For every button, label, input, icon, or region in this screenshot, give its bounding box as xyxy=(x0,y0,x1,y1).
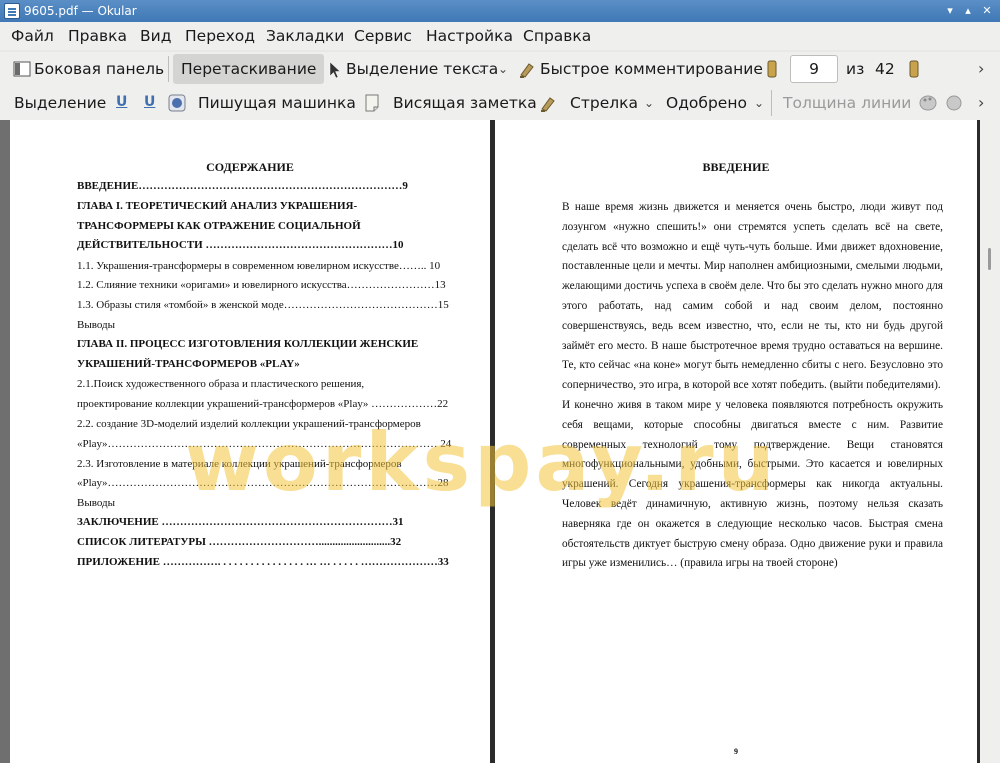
previous-page-icon[interactable] xyxy=(767,60,777,78)
typewriter-button[interactable]: Пишущая машинка xyxy=(198,92,356,114)
popup-note-button[interactable]: Висящая заметка xyxy=(393,92,537,114)
menu-help[interactable]: Справка xyxy=(523,27,591,45)
menu-bookmarks[interactable]: Закладки xyxy=(266,27,344,45)
pdf-page-right: ВВЕДЕНИЕ В наше время жизнь движется и м… xyxy=(495,120,977,763)
toolbar-overflow-icon[interactable]: › xyxy=(978,92,984,114)
menu-file[interactable]: Файл xyxy=(11,27,54,45)
chevron-down-icon[interactable]: ⌄ xyxy=(754,92,764,114)
sidebar-button[interactable]: Боковая панель xyxy=(34,58,164,80)
toc-line: 2.3. Изготовление в материале коллекции … xyxy=(77,458,402,470)
toc-line: 2.2. создание 3D-моделий изделий коллекц… xyxy=(77,418,421,430)
toc-title: СОДЕРЖАНИЕ xyxy=(206,160,294,174)
palette-icon[interactable] xyxy=(918,94,938,112)
toc-line: Выводы xyxy=(77,497,116,509)
toc-line: «Play»………………………………………………………………………………28 xyxy=(77,477,449,489)
menu-tools[interactable]: Сервис xyxy=(354,27,412,45)
underline-icon[interactable]: U xyxy=(116,94,127,110)
chevron-down-icon[interactable]: ⌄ xyxy=(498,58,508,80)
menu-bar: Файл Правка Вид Переход Закладки Сервис … xyxy=(0,22,1000,50)
minimize-icon[interactable]: ▾ xyxy=(942,3,958,19)
highlighter-icon xyxy=(520,63,534,78)
introduction-title: ВВЕДЕНИЕ xyxy=(702,160,770,174)
toc-line: 1.2. Слияние техники «оригами» и ювелирн… xyxy=(77,279,446,291)
cursor-icon xyxy=(329,61,341,79)
window-titlebar[interactable]: 9605.pdf — Okular ▾ ▴ ✕ xyxy=(0,0,1000,22)
toolbar-overflow-icon[interactable]: › xyxy=(978,58,984,80)
paragraph: В наше время жизнь движется и меняется о… xyxy=(562,201,943,392)
toc-line: СПИСОК ЛИТЕРАТУРЫ …………………………............… xyxy=(77,536,402,548)
toc-line: 2.1.Поиск художественного образа и пласт… xyxy=(77,378,365,390)
quick-comment-button[interactable]: Быстрое комментирование xyxy=(540,58,763,80)
menu-edit[interactable]: Правка xyxy=(68,27,127,45)
okular-app-icon xyxy=(4,3,20,19)
next-page-icon[interactable] xyxy=(909,60,919,78)
annotation-toolbar: Выделение U U Пишущая машинка Висящая за… xyxy=(0,86,1000,120)
page-total: 42 xyxy=(875,60,895,78)
toolbar-separator xyxy=(168,56,169,82)
toc-line: ДЕЙСТВИТЕЛЬНОСТИ ……………………………………………10 xyxy=(77,239,404,251)
main-toolbar: Боковая панель Перетаскивание Выделение … xyxy=(0,52,1000,86)
arrow-tool-button[interactable]: Стрелка xyxy=(570,92,638,114)
toc-line: ГЛАВА I. ТЕОРЕТИЧЕСКИЙ АНАЛИЗ УКРАШЕНИЯ- xyxy=(77,200,358,212)
toolbar-separator xyxy=(771,90,772,116)
menu-view[interactable]: Вид xyxy=(140,27,171,45)
window-title: 9605.pdf — Okular xyxy=(24,4,137,18)
line-width-label: Толщина линии xyxy=(783,94,912,112)
document-view[interactable]: СОДЕРЖАНИЕ ВВЕДЕНИЕ………………………………………………………… xyxy=(0,120,1000,763)
toc-line: ТРАНСФОРМЕРЫ КАК ОТРАЖЕНИЕ СОЦИАЛЬНОЙ xyxy=(77,220,361,232)
toc-line: 1.3. Образы стиля «томбой» в женской мод… xyxy=(77,299,449,311)
sidebar-icon xyxy=(13,61,31,77)
squiggly-underline-icon[interactable]: U xyxy=(144,94,155,110)
toc-line: ГЛАВА II. ПРОЦЕСС ИЗГОТОВЛЕНИЯ КОЛЛЕКЦИИ… xyxy=(77,338,419,350)
introduction-text: В наше время жизнь движется и меняется о… xyxy=(562,198,943,574)
paragraph: И конечно живя в таком мире у человека п… xyxy=(562,398,943,570)
toc-line: ПРИЛОЖЕНИЕ ……………. . . . . . . . . . . . … xyxy=(77,556,449,568)
highlighter-icon xyxy=(541,97,555,112)
menu-go[interactable]: Переход xyxy=(185,27,255,45)
drag-tool-button[interactable]: Перетаскивание xyxy=(173,54,325,84)
toc-line: проектирование коллекции украшений-транс… xyxy=(77,398,449,410)
maximize-icon[interactable]: ▴ xyxy=(960,3,976,19)
toc-line: Выводы xyxy=(77,319,116,331)
toc-line: ВВЕДЕНИЕ………………………………………………………………9 xyxy=(77,180,408,192)
vertical-scrollbar[interactable] xyxy=(980,120,1000,763)
close-icon[interactable]: ✕ xyxy=(979,3,995,19)
opacity-icon[interactable] xyxy=(945,94,963,112)
menu-settings[interactable]: Настройка xyxy=(426,27,513,45)
scrollbar-thumb[interactable] xyxy=(988,248,991,270)
toc-line: УКРАШЕНИЙ-ТРАНСФОРМЕРОВ «PLAY» xyxy=(77,358,300,370)
note-icon xyxy=(365,94,379,112)
chevron-down-icon[interactable]: ⌄ xyxy=(476,58,486,80)
page-number-input[interactable]: 9 xyxy=(790,55,838,83)
page-of-label: из xyxy=(846,60,865,78)
stamp-approved-button[interactable]: Одобрено xyxy=(666,92,747,114)
toc-line: 1.1. Украшения-трансформеры в современно… xyxy=(77,260,441,272)
selection-label: Выделение xyxy=(14,94,107,112)
strikeout-icon[interactable] xyxy=(168,94,186,112)
toc-line: ЗАКЛЮЧЕНИЕ ………………………………………………………31 xyxy=(77,516,404,528)
toc-line: «Play»……………………………………………………………………………… 24 xyxy=(77,438,452,450)
pdf-page-left: СОДЕРЖАНИЕ ВВЕДЕНИЕ………………………………………………………… xyxy=(10,120,490,763)
page-number: 9 xyxy=(734,747,738,756)
chevron-down-icon[interactable]: ⌄ xyxy=(644,92,654,114)
